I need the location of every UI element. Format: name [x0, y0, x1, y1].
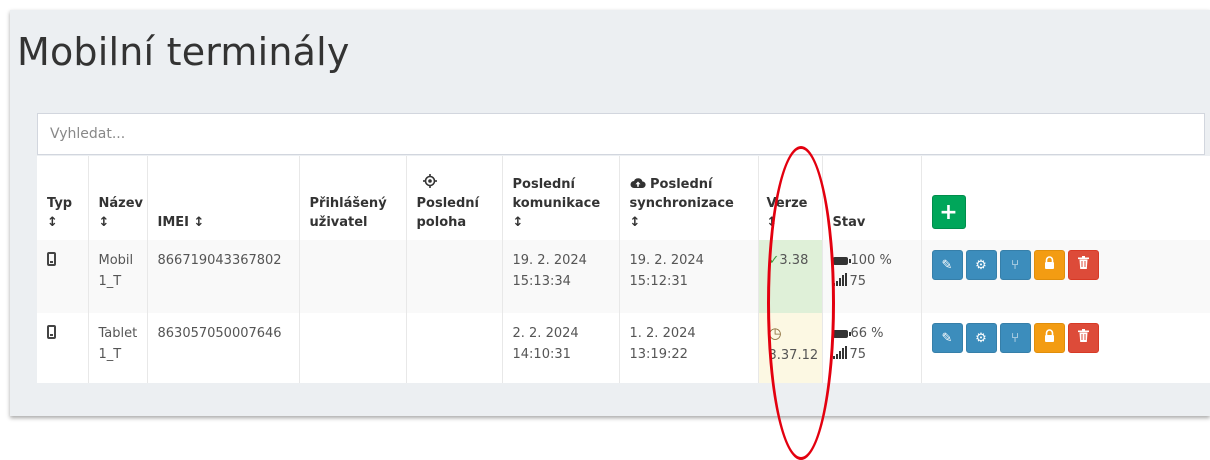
column-header-stav: Stav	[822, 156, 922, 240]
column-header-synchronizace[interactable]: Poslední synchronizace ↕	[619, 156, 759, 240]
lock-icon	[1044, 255, 1055, 276]
status-cell: 100 % 75	[822, 240, 922, 313]
branch-button[interactable]: ⑂	[999, 323, 1031, 353]
trash-icon	[1077, 328, 1089, 349]
edit-button[interactable]: ✎	[931, 323, 963, 353]
column-header-nazev[interactable]: Název ↕	[88, 156, 148, 240]
version-value: 3.37.12	[768, 348, 819, 363]
last-sync-cell: 1. 2. 2024 13:19:22	[619, 313, 759, 383]
code-fork-icon: ⑂	[1011, 257, 1019, 273]
delete-button[interactable]	[1067, 250, 1099, 280]
imei-cell: 863057050007646	[147, 313, 300, 383]
location-cell	[406, 313, 503, 383]
signal-value: 75	[849, 347, 867, 362]
branch-button[interactable]: ⑂	[999, 250, 1031, 280]
edit-button[interactable]: ✎	[931, 250, 963, 280]
crosshair-icon	[417, 174, 494, 194]
signal-icon	[832, 346, 848, 359]
sort-icon[interactable]: ↕	[99, 213, 139, 232]
sort-icon[interactable]: ↕	[47, 213, 80, 232]
code-fork-icon: ⑂	[1011, 330, 1019, 346]
clock-icon: ◷	[768, 324, 782, 342]
user-cell	[299, 240, 407, 313]
table-header-row: Typ ↕ Název ↕ IMEI ↕ Přihlášený uživatel…	[37, 156, 1210, 240]
name-cell: Mobil 1_T	[88, 240, 148, 313]
sort-icon[interactable]: ↕	[194, 215, 205, 230]
battery-icon	[832, 329, 851, 338]
type-cell	[37, 240, 89, 313]
lock-icon	[1044, 328, 1055, 349]
table-row: Tablet 1_T 863057050007646 2. 2. 2024 14…	[37, 313, 1210, 383]
column-header-imei[interactable]: IMEI ↕	[147, 156, 300, 240]
check-icon: ✓	[768, 253, 780, 268]
battery-icon	[832, 256, 851, 265]
version-value: 3.38	[779, 253, 809, 268]
pencil-icon: ✎	[941, 257, 953, 273]
delete-button[interactable]	[1067, 323, 1099, 353]
last-communication-cell: 2. 2. 2024 14:10:31	[502, 313, 620, 383]
add-terminal-button[interactable]: +	[931, 195, 966, 229]
column-header-uzivatel: Přihlášený uživatel	[299, 156, 407, 240]
battery-value: 100 %	[850, 253, 892, 268]
last-communication-cell: 19. 2. 2024 15:13:34	[502, 240, 620, 313]
pencil-icon: ✎	[941, 330, 953, 346]
mobile-phone-icon	[47, 325, 56, 339]
settings-button[interactable]: ⚙	[965, 323, 997, 353]
plus-icon: +	[939, 199, 958, 225]
status-cell: 66 % 75	[822, 313, 922, 383]
mobile-phone-icon	[47, 252, 56, 266]
sort-icon[interactable]: ↕	[513, 213, 611, 232]
column-header-verze[interactable]: Verze ↕	[758, 156, 823, 240]
version-cell: ◷ 3.37.12	[758, 313, 823, 383]
name-cell: Tablet 1_T	[88, 313, 148, 383]
terminals-table: Typ ↕ Název ↕ IMEI ↕ Přihlášený uživatel…	[37, 156, 1210, 383]
version-cell: ✓3.38	[758, 240, 823, 313]
signal-icon	[832, 273, 848, 286]
gears-icon: ⚙	[975, 257, 987, 273]
type-cell	[37, 313, 89, 383]
location-cell	[406, 240, 503, 313]
page-title: Mobilní terminály	[17, 30, 350, 74]
sort-icon[interactable]: ↕	[630, 213, 750, 232]
sort-icon[interactable]: ↕	[767, 213, 814, 232]
settings-button[interactable]: ⚙	[965, 250, 997, 280]
last-sync-cell: 19. 2. 2024 15:12:31	[619, 240, 759, 313]
column-header-poloha: Poslední poloha	[406, 156, 503, 240]
battery-value: 66 %	[850, 326, 884, 341]
table-row: Mobil 1_T 866719043367802 19. 2. 2024 15…	[37, 240, 1210, 313]
actions-cell: ✎ ⚙ ⑂	[921, 313, 1210, 383]
column-header-komunikace[interactable]: Poslední komunikace ↕	[502, 156, 620, 240]
lock-button[interactable]	[1033, 250, 1065, 280]
column-header-typ[interactable]: Typ ↕	[37, 156, 89, 240]
cloud-upload-icon	[630, 177, 651, 192]
user-cell	[299, 313, 407, 383]
column-header-actions: +	[921, 156, 1210, 240]
trash-icon	[1077, 255, 1089, 276]
lock-button[interactable]	[1033, 323, 1065, 353]
gears-icon: ⚙	[975, 330, 987, 346]
actions-cell: ✎ ⚙ ⑂	[921, 240, 1210, 313]
imei-cell: 866719043367802	[147, 240, 300, 313]
signal-value: 75	[849, 274, 867, 289]
search-input[interactable]	[37, 113, 1205, 155]
